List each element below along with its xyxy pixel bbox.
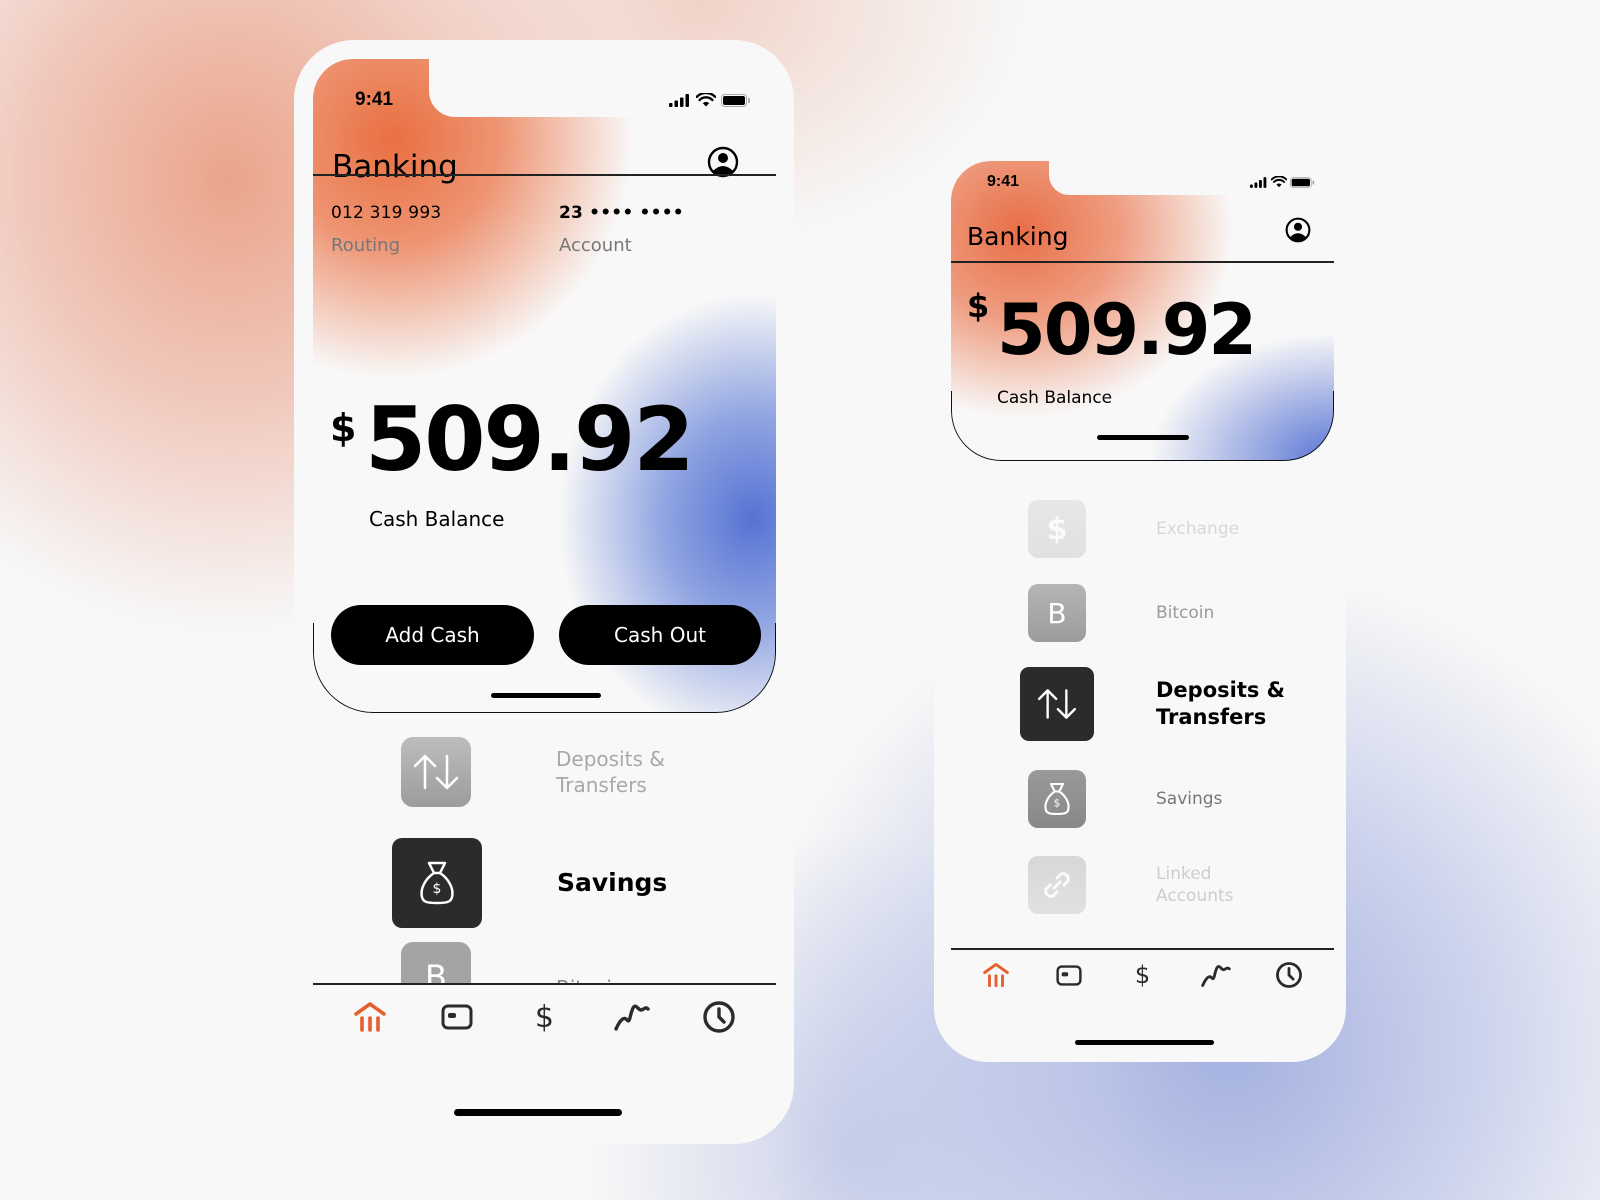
add-cash-button[interactable]: Add Cash <box>331 605 534 665</box>
balance-label: Cash Balance <box>997 388 1113 408</box>
chart-squiggle-icon <box>1201 964 1231 987</box>
account-label: Account <box>559 235 632 256</box>
phone-small: 9:41 Banking $ 509.92 Cash Balance $ Exc… <box>934 140 1346 1062</box>
tab-bar: $ <box>951 953 1334 997</box>
status-icons <box>669 93 751 107</box>
clock-icon <box>1276 962 1303 988</box>
menu-item-savings[interactable]: $ Savings <box>1028 770 1318 828</box>
header-divider <box>951 261 1334 263</box>
menu-clip: B Bitcoin <box>294 940 794 984</box>
dollar-icon: $ <box>534 999 555 1035</box>
cash-out-button[interactable]: Cash Out <box>559 605 761 665</box>
tab-divider <box>951 948 1334 950</box>
dollar-icon: $ <box>1028 500 1086 558</box>
battery-icon <box>721 93 750 107</box>
routing-number: 012 319 993 <box>331 203 442 223</box>
tab-divider <box>313 983 776 985</box>
notch-cutout <box>429 59 776 117</box>
status-time: 9:41 <box>355 89 394 110</box>
home-indicator[interactable] <box>454 1109 622 1116</box>
tab-payments[interactable]: $ <box>524 997 564 1037</box>
balance-amount: 509.92 <box>997 289 1257 371</box>
tab-activity[interactable] <box>1269 955 1309 995</box>
wifi-icon <box>696 93 716 107</box>
card-icon <box>441 1004 473 1030</box>
page-title: Banking <box>332 149 458 185</box>
menu-label-line1: Deposits & <box>1156 677 1285 702</box>
balance-label: Cash Balance <box>369 507 505 531</box>
bank-icon <box>353 1002 386 1032</box>
menu-label-line1: Savings <box>1156 788 1223 809</box>
currency-symbol: $ <box>967 287 990 325</box>
svg-text:$: $ <box>1054 798 1061 810</box>
signal-icon <box>1250 176 1267 188</box>
background-orange-glow <box>0 0 1600 1200</box>
wifi-icon <box>1271 176 1287 188</box>
menu-item-deposits-transfers[interactable]: Deposits & Transfers <box>1020 667 1320 741</box>
menu-item-linked-accounts[interactable]: Linked Accounts <box>1028 856 1318 914</box>
link-icon <box>1028 856 1086 914</box>
balance-card: 9:41 Banking $ 509.92 Cash Balance <box>951 161 1334 461</box>
account-number: 23 •••• •••• <box>559 203 684 223</box>
tab-investing[interactable] <box>1196 955 1236 995</box>
money-bag-icon: $ <box>392 838 482 928</box>
battery-icon <box>1290 176 1315 188</box>
dollar-icon: $ <box>1134 961 1151 989</box>
tab-home[interactable] <box>350 997 390 1037</box>
bitcoin-icon: B <box>1028 584 1086 642</box>
clock-icon <box>703 1001 735 1033</box>
menu-item-savings[interactable]: $ Savings <box>392 838 712 928</box>
menu-item-bitcoin[interactable]: B Bitcoin <box>401 942 701 984</box>
menu-label-line1: Savings <box>557 867 668 897</box>
tab-payments[interactable]: $ <box>1122 955 1162 995</box>
tab-home[interactable] <box>976 955 1016 995</box>
tab-cards[interactable] <box>437 997 477 1037</box>
status-icons <box>1250 176 1315 188</box>
menu-item-exchange[interactable]: $ Exchange <box>1028 500 1318 558</box>
phone-large: 9:41 Banking 012 319 993 Routing 23 ••••… <box>294 40 794 1144</box>
currency-symbol: $ <box>330 406 357 450</box>
svg-text:$: $ <box>433 881 442 897</box>
transfer-arrows-icon <box>1020 667 1094 741</box>
chart-squiggle-icon <box>614 1004 650 1031</box>
balance-amount: 509.92 <box>365 388 695 491</box>
menu-label-line1: Bitcoin <box>1156 602 1215 623</box>
menu-item-deposits-transfers[interactable]: Deposits & Transfers <box>401 737 701 807</box>
bitcoin-icon: B <box>401 942 471 984</box>
menu-label-line1: Exchange <box>1156 518 1240 539</box>
menu-label-line1: Linked <box>1156 863 1212 884</box>
menu-item-bitcoin[interactable]: B Bitcoin <box>1028 584 1318 642</box>
page-title: Banking <box>967 222 1069 251</box>
tab-cards[interactable] <box>1049 955 1089 995</box>
menu-label-line2: Transfers <box>556 773 647 797</box>
tab-bar: $ <box>313 992 776 1042</box>
header-divider <box>313 174 776 176</box>
transfer-arrows-icon <box>401 737 471 807</box>
tab-activity[interactable] <box>699 997 739 1037</box>
profile-icon[interactable] <box>1285 217 1311 243</box>
routing-label: Routing <box>331 235 401 256</box>
card-drag-handle[interactable] <box>491 693 601 698</box>
menu-label-line2: Accounts <box>1156 886 1234 906</box>
card-drag-handle[interactable] <box>1097 435 1189 440</box>
money-bag-icon: $ <box>1028 770 1086 828</box>
tab-investing[interactable] <box>612 997 652 1037</box>
signal-icon <box>669 93 689 107</box>
card-icon <box>1056 964 1082 986</box>
background-blue-glow <box>0 0 1600 1200</box>
menu-label-line2: Transfers <box>1156 705 1267 729</box>
bank-icon <box>982 962 1009 988</box>
status-time: 9:41 <box>987 173 1020 190</box>
home-indicator[interactable] <box>1075 1040 1214 1045</box>
menu-label-line1: Deposits & <box>556 747 665 771</box>
